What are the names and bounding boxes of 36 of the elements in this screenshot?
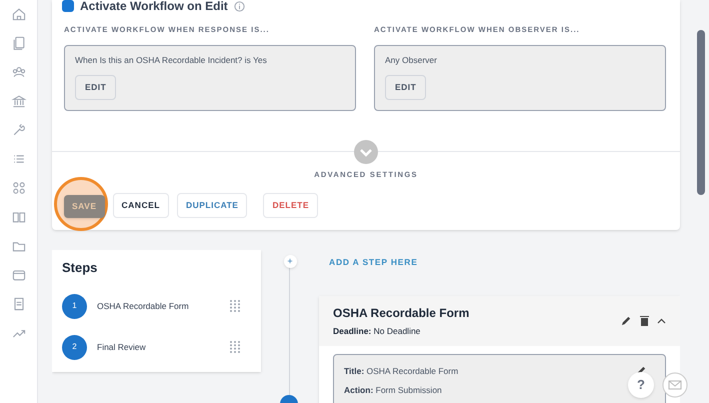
step-item[interactable]: 1 OSHA Recordable Form [62,294,251,318]
trash-icon[interactable] [640,315,649,326]
checkbox[interactable] [62,0,74,12]
delete-button[interactable]: DELETE [263,193,318,218]
add-step-button[interactable]: + [284,255,296,268]
pencil-icon[interactable] [621,315,632,326]
action-button[interactable]: CANCEL [112,193,169,218]
documents-icon[interactable] [10,35,26,51]
edit-button[interactable]: EDIT [385,74,426,100]
chevron-up-icon[interactable] [657,318,666,324]
detail-text: Title: OSHA Recordable Form [344,364,458,378]
checkbox-label: Activate Workflow on Edit [80,0,228,12]
detail-text: Action: Form Submission [344,384,442,396]
action-button[interactable]: DUPLICATE [176,193,248,218]
step-number: 2 [62,334,87,360]
step-label: OSHA Recordable Form [97,300,190,312]
scrollbar-thumb[interactable] [697,30,705,195]
home-icon[interactable] [10,6,26,22]
step-title: OSHA Recordable Form [333,304,470,322]
mail-icon[interactable] [662,372,688,398]
people-icon[interactable] [10,64,26,80]
add-step-link[interactable]: ADD A STEP HERE [329,256,680,269]
condition-text: When Is this an OSHA Recordable Incident? is Yes [75,54,268,67]
deadline-text: Deadline: No Deadline [333,324,422,338]
condition-text: Any Observer [385,54,438,67]
step-item[interactable]: 2 Final Review [62,334,251,360]
step-label: Final Review [97,340,147,354]
step-number: 1 [62,294,87,318]
expand-icon[interactable] [354,140,378,164]
panel-title: Steps [62,259,98,277]
info-icon[interactable] [234,0,245,12]
grid-icon[interactable] [10,180,26,196]
building-icon[interactable] [10,93,26,109]
drag-handle-icon[interactable] [229,340,241,354]
drag-handle-icon[interactable] [229,299,241,313]
edit-button[interactable]: EDIT [75,74,116,100]
